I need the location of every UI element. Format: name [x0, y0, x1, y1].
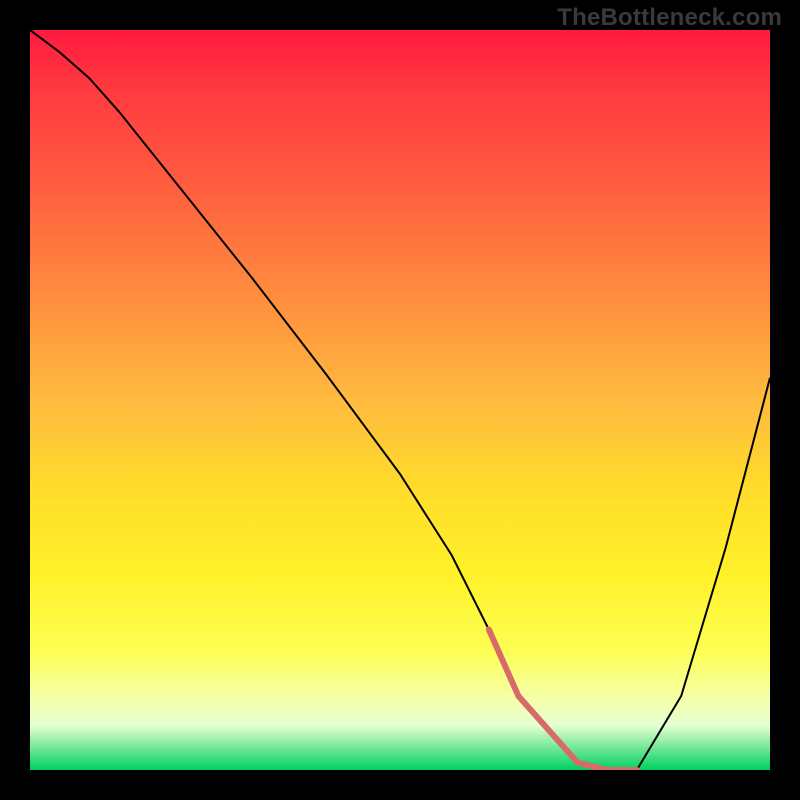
- curve-layer: [30, 30, 770, 770]
- plot-area: [30, 30, 770, 770]
- valley-highlight: [489, 629, 637, 770]
- bottleneck-curve: [30, 30, 770, 770]
- chart-frame: TheBottleneck.com: [0, 0, 800, 800]
- watermark-text: TheBottleneck.com: [557, 4, 782, 32]
